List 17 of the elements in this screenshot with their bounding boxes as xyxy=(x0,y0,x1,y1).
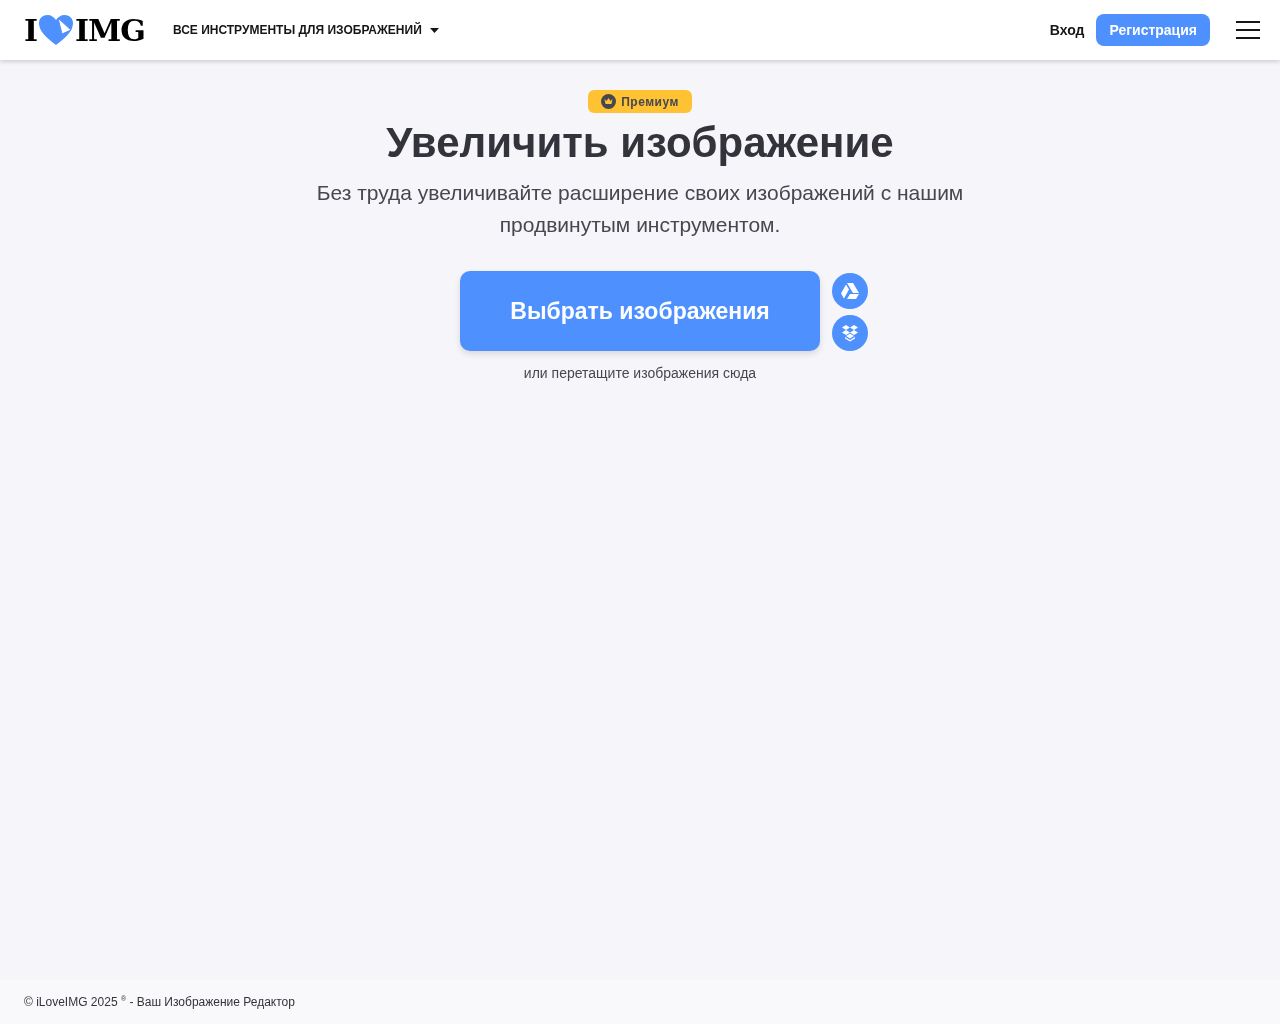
page-subtitle: Без труда увеличивайте расширение своих изображений с нашим продвинутым инструментом. xyxy=(315,180,965,238)
heart-icon xyxy=(38,14,75,46)
menu-icon[interactable] xyxy=(1236,21,1260,39)
premium-badge: Премиум xyxy=(588,90,692,113)
caret-icon xyxy=(429,27,439,33)
drop-hint: или перетащите изображения сюда xyxy=(523,365,757,381)
cloud-source-button[interactable] xyxy=(832,273,868,309)
footer-copyright: © iLoveIMG 2025 $^{®}$ - Ваш Изображение Редактор xyxy=(24,995,295,1009)
login-link[interactable]: Вход xyxy=(1049,22,1085,38)
tools-menu[interactable]: ВСЕ ИНСТРУМЕНТЫ ДЛЯ ИЗОБРАЖЕНИЙ xyxy=(172,19,439,41)
page-title: Увеличить изображение xyxy=(386,119,894,167)
logo-text[interactable]: I xyxy=(24,12,38,48)
box-logo-icon xyxy=(841,324,859,342)
cloud-source-button[interactable] xyxy=(832,315,868,351)
crown-icon xyxy=(601,94,617,109)
triangle-logo-icon xyxy=(841,283,859,299)
logo-text[interactable]: IMG xyxy=(75,12,145,48)
